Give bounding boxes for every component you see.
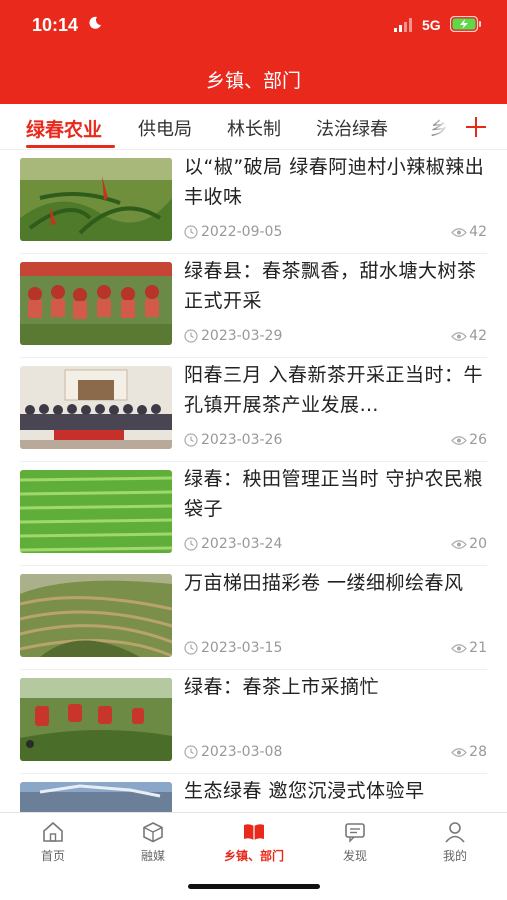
- list-item[interactable]: 阳春三月 入春新茶开采正当时：牛孔镇开展茶产业发展… 2023-03-26 26: [20, 358, 487, 462]
- article-title: 万亩梯田描彩卷 一缕细柳绘春风: [184, 572, 464, 594]
- status-time: 10:14: [32, 15, 79, 35]
- tabbar-towns-departments-label: 乡镇、部门: [223, 849, 284, 863]
- list-item[interactable]: 绿春县：春茶飘香，甜水塘大树茶正式开采 2023-03-29 42: [20, 254, 487, 358]
- eye-icon: [451, 435, 467, 445]
- article-views-count: 20: [469, 536, 487, 552]
- tab-power-bureau[interactable]: 供电局: [138, 115, 192, 141]
- app-header: 10:14 5G 乡镇、部门: [0, 0, 507, 104]
- message-icon: [345, 823, 365, 843]
- list-item[interactable]: 以“椒”破局 绿春阿迪村小辣椒辣出丰收味 2022-09-05 42: [20, 150, 487, 254]
- article-title: 生态绿春 邀您沉浸式体验早: [184, 780, 425, 802]
- list-item[interactable]: 绿春：秧田管理正当时 守护农民粮袋子 2023-03-24 20: [20, 462, 487, 566]
- tabbar-home-label: 首页: [40, 849, 65, 863]
- article-views-count: 28: [469, 744, 487, 760]
- article-date: 2023-03-24: [184, 536, 282, 552]
- article-thumbnail: [20, 366, 172, 449]
- article-thumbnail: [20, 158, 172, 241]
- tab-rule-of-law[interactable]: 法治绿春: [316, 115, 388, 141]
- tabbar-profile-label: 我的: [442, 849, 467, 863]
- article-views-count: 21: [469, 640, 487, 656]
- eye-icon: [451, 539, 467, 549]
- page-title: 乡镇、部门: [205, 70, 301, 92]
- home-icon: [43, 821, 63, 842]
- clock-icon: [184, 433, 198, 447]
- tabbar-home[interactable]: 首页: [13, 821, 93, 864]
- tabs-fade: [420, 104, 460, 149]
- article-date-text: 2022-09-05: [201, 224, 283, 240]
- article-thumbnail: [20, 262, 172, 345]
- article-date: 2023-03-29: [184, 328, 282, 344]
- article-thumbnail: [20, 470, 172, 553]
- clock-icon: [184, 641, 198, 655]
- article-views: 28: [451, 744, 487, 760]
- article-title: 阳春三月 入春新茶开采正当时：牛孔镇开展茶产业发展…: [184, 364, 484, 416]
- article-views: 42: [451, 224, 487, 240]
- article-date: 2023-03-26: [184, 432, 282, 448]
- article-list: 以“椒”破局 绿春阿迪村小辣椒辣出丰收味 2022-09-05 42 绿春县：春…: [0, 150, 507, 812]
- article-date-text: 2023-03-08: [201, 744, 283, 760]
- clock-icon: [184, 225, 198, 239]
- article-views: 21: [451, 640, 487, 656]
- tabbar-discover[interactable]: 发现: [315, 821, 395, 864]
- eye-icon: [451, 643, 467, 653]
- moon-icon: [89, 16, 101, 29]
- eye-icon: [451, 227, 467, 237]
- tabbar-discover-label: 发现: [342, 849, 367, 863]
- article-views-count: 42: [469, 328, 487, 344]
- home-indicator: [188, 884, 320, 889]
- article-title: 以“椒”破局 绿春阿迪村小辣椒辣出丰收味: [184, 156, 485, 208]
- article-views-count: 42: [469, 224, 487, 240]
- eye-icon: [451, 331, 467, 341]
- article-date: 2023-03-08: [184, 744, 282, 760]
- article-date-text: 2023-03-29: [201, 328, 283, 344]
- status-bar: 10:14 5G: [0, 0, 507, 52]
- book-icon: [244, 824, 264, 840]
- article-views: 20: [451, 536, 487, 552]
- article-thumbnail: [20, 574, 172, 657]
- article-date-text: 2023-03-15: [201, 640, 283, 656]
- user-icon: [445, 822, 465, 843]
- list-item[interactable]: 万亩梯田描彩卷 一缕细柳绘春风 2023-03-15 21: [20, 566, 487, 670]
- clock-icon: [184, 329, 198, 343]
- list-item[interactable]: 生态绿春 邀您沉浸式体验早: [20, 774, 487, 812]
- article-views: 42: [451, 328, 487, 344]
- article-views: 26: [451, 432, 487, 448]
- article-title: 绿春：春茶上市采摘忙: [184, 676, 380, 698]
- article-date-text: 2023-03-26: [201, 432, 283, 448]
- signal-icon: [394, 18, 412, 32]
- list-item[interactable]: 绿春：春茶上市采摘忙 2023-03-08 28: [20, 670, 487, 774]
- plus-icon[interactable]: [458, 110, 498, 144]
- article-title: 绿春：秧田管理正当时 守护农民粮袋子: [184, 468, 484, 520]
- article-views-count: 26: [469, 432, 487, 448]
- article-title: 绿春县：春茶飘香，甜水塘大树茶正式开采: [184, 260, 477, 312]
- tabbar-profile[interactable]: 我的: [415, 821, 495, 864]
- article-thumbnail: [20, 678, 172, 761]
- tabbar-towns-departments[interactable]: 乡镇、部门: [214, 821, 294, 864]
- network-type: 5G: [422, 17, 441, 33]
- tabbar-media-label: 融媒: [140, 849, 165, 863]
- battery-charging-icon: [450, 16, 481, 32]
- article-thumbnail: [20, 782, 172, 812]
- category-tabs: 绿春农业 供电局 林长制 法治绿春 乡: [0, 104, 507, 150]
- article-date-text: 2023-03-24: [201, 536, 283, 552]
- article-date: 2023-03-15: [184, 640, 282, 656]
- cube-icon: [143, 822, 163, 843]
- tabbar-media[interactable]: 融媒: [113, 821, 193, 864]
- active-tab-indicator: [26, 145, 115, 148]
- article-date: 2022-09-05: [184, 224, 282, 240]
- tab-lvchun-agriculture[interactable]: 绿春农业: [26, 115, 102, 142]
- clock-icon: [184, 537, 198, 551]
- eye-icon: [451, 747, 467, 757]
- tab-forest-chief[interactable]: 林长制: [227, 115, 281, 141]
- clock-icon: [184, 745, 198, 759]
